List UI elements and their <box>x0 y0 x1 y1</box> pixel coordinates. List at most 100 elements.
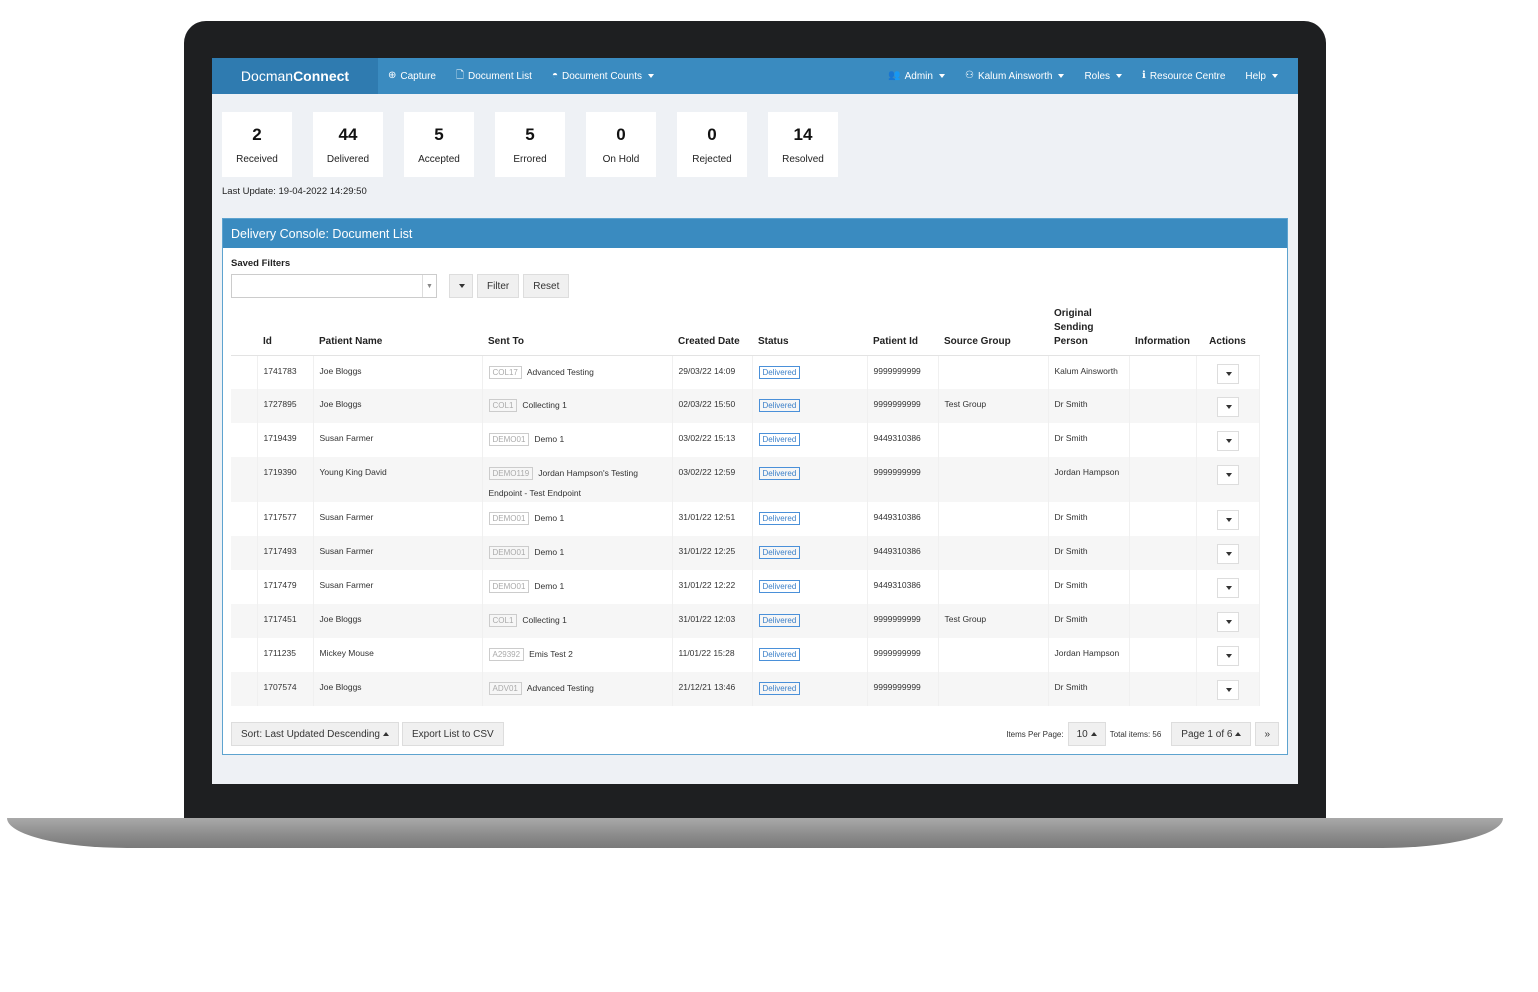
destination-name: Demo 1 <box>534 581 565 591</box>
brand-logo[interactable]: Docman Connect <box>212 58 378 94</box>
stat-card-resolved[interactable]: 14 Resolved <box>768 112 838 177</box>
nav-roles[interactable]: Roles <box>1074 58 1132 94</box>
filter-button[interactable]: Filter <box>477 274 520 298</box>
chevron-up-icon <box>1090 732 1097 736</box>
nav-document-counts[interactable]: ◓ Document Counts <box>542 58 664 94</box>
table-row[interactable]: 1717479 Susan Farmer DEMO01 Demo 1 31/01/22 … <box>231 570 1260 604</box>
chevron-down-icon <box>938 74 945 78</box>
column-header-source-group[interactable]: Source Group <box>938 298 1048 356</box>
status-badge: Delivered <box>758 365 801 379</box>
row-actions-dropdown[interactable] <box>1216 544 1239 564</box>
page-select[interactable]: Page 1 of 6 <box>1171 722 1252 746</box>
cell-source-group <box>938 672 1049 706</box>
destination-name: Advanced Testing <box>526 366 594 377</box>
row-actions-dropdown[interactable] <box>1216 363 1239 384</box>
cell-sent-to: COL1 Collecting 1 <box>482 604 673 638</box>
column-header-patient-id[interactable]: Patient Id <box>867 298 938 356</box>
table-header-row: Id Patient Name Sent To Created Date Sta… <box>231 298 1259 356</box>
cell-patient-id: 9999999999 <box>867 672 939 706</box>
cell-created-date: 03/02/22 12:59 <box>672 457 753 502</box>
column-header-sent-to[interactable]: Sent To <box>482 298 672 356</box>
cell-actions <box>1196 389 1260 423</box>
cell-created-date: 31/01/22 12:22 <box>672 570 753 604</box>
stat-card-rejected[interactable]: 0 Rejected <box>677 112 747 177</box>
stat-card-errored[interactable]: 5 Errored <box>495 112 565 177</box>
row-actions-dropdown[interactable] <box>1216 397 1239 417</box>
status-badge: Delivered <box>758 467 801 480</box>
cell-id: 1717493 <box>257 536 314 570</box>
nav-document-list[interactable]: 🗋 Document List <box>446 58 542 94</box>
table-row[interactable]: 1717451 Joe Bloggs COL1 Collecting 1 31/01/2… <box>231 604 1260 638</box>
column-header-spacer <box>231 298 257 356</box>
row-actions-dropdown[interactable] <box>1216 578 1239 598</box>
chevron-down-icon <box>1225 586 1232 590</box>
table-row[interactable]: 1719439 Susan Farmer DEMO01 Demo 1 03/02/22 … <box>231 423 1260 457</box>
nav-user-label: Kalum Ainsworth <box>977 70 1053 82</box>
chevron-down-icon: ▼ <box>422 275 436 297</box>
cell-information <box>1129 355 1197 389</box>
destination-code-badge: COL1 <box>488 399 518 412</box>
stat-card-on-hold[interactable]: 0 On Hold <box>586 112 656 177</box>
column-header-patient-name[interactable]: Patient Name <box>313 298 482 356</box>
row-actions-dropdown[interactable] <box>1216 612 1239 632</box>
column-header-id[interactable]: Id <box>257 298 313 356</box>
next-page-button[interactable]: » <box>1255 722 1279 746</box>
items-per-page-select[interactable]: 10 <box>1067 722 1106 746</box>
sort-button[interactable]: Sort: Last Updated Descending <box>231 722 399 746</box>
cell-information <box>1129 536 1197 570</box>
reset-button[interactable]: Reset <box>523 274 570 298</box>
chevron-up-icon <box>1235 732 1242 736</box>
status-badge: Delivered <box>758 648 801 661</box>
destination-code-badge: A29392 <box>488 648 525 661</box>
nav-user-menu[interactable]: ⚇ Kalum Ainsworth <box>955 58 1074 94</box>
column-header-sending-person[interactable]: Original Sending Person <box>1048 298 1129 356</box>
cell-sent-to: COL17 Advanced Testing <box>482 355 673 389</box>
row-actions-dropdown[interactable] <box>1216 680 1239 700</box>
table-row[interactable]: 1719390 Young King David DEMO119 Jordan Ham… <box>231 457 1260 502</box>
cell-patient-id: 9449310386 <box>867 502 939 536</box>
stat-label: Errored <box>513 153 547 165</box>
stat-value: 44 <box>338 124 358 144</box>
chevron-down-icon <box>648 74 655 78</box>
table-row[interactable]: 1707574 Joe Bloggs ADV01 Advanced Testing 21… <box>231 672 1260 706</box>
row-actions-dropdown[interactable] <box>1216 510 1239 530</box>
export-csv-button[interactable]: Export List to CSV <box>401 722 504 746</box>
row-actions-dropdown[interactable] <box>1216 465 1239 485</box>
table-row[interactable]: 1741783 Joe Bloggs COL17 Advanced Testing 29… <box>231 355 1260 389</box>
table-row[interactable]: 1711235 Mickey Mouse A29392 Emis Test 2 11/0… <box>231 638 1260 672</box>
stat-card-accepted[interactable]: 5 Accepted <box>404 112 474 177</box>
stat-card-delivered[interactable]: 44 Delivered <box>313 112 383 177</box>
nav-help[interactable]: Help <box>1235 58 1288 94</box>
column-header-status[interactable]: Status <box>752 298 867 356</box>
stat-card-received[interactable]: 2 Received <box>222 112 292 177</box>
cell-actions <box>1196 355 1260 389</box>
row-spacer <box>231 457 258 502</box>
cell-status: Delivered <box>752 536 868 570</box>
nav-roles-label: Roles <box>1084 70 1111 82</box>
cell-source-group <box>938 355 1049 389</box>
row-actions-dropdown[interactable] <box>1216 646 1239 666</box>
destination-code-badge: DEMO01 <box>488 512 530 525</box>
destination-name: Emis Test 2 <box>529 649 573 659</box>
chevron-down-icon <box>459 284 465 288</box>
destination-code-badge: COL17 <box>488 365 522 379</box>
chevron-down-icon <box>1225 620 1232 624</box>
column-header-information[interactable]: Information <box>1129 298 1196 356</box>
destination-code-badge: DEMO01 <box>488 546 530 559</box>
cell-created-date: 11/01/22 15:28 <box>672 638 753 672</box>
cell-sending-person: Dr Smith <box>1048 672 1130 706</box>
row-actions-dropdown[interactable] <box>1216 431 1239 451</box>
nav-admin[interactable]: 👥 Admin <box>878 58 955 94</box>
filter-options-dropdown[interactable] <box>449 274 473 298</box>
nav-resource-centre[interactable]: ℹ Resource Centre <box>1132 58 1235 94</box>
table-row[interactable]: 1717493 Susan Farmer DEMO01 Demo 1 31/01/22 … <box>231 536 1260 570</box>
saved-filters-select[interactable]: ▼ <box>231 274 437 298</box>
table-row[interactable]: 1717577 Susan Farmer DEMO01 Demo 1 31/01/22 … <box>231 502 1260 536</box>
stats-row: 2 Received 44 Delivered 5 Accepted 5 Errored… <box>212 94 1298 177</box>
cell-actions <box>1196 502 1260 536</box>
chevron-down-icon <box>1225 371 1232 376</box>
table-row[interactable]: 1727895 Joe Bloggs COL1 Collecting 1 02/03/2… <box>231 389 1260 423</box>
nav-capture[interactable]: ⊕ Capture <box>378 58 446 94</box>
column-header-created-date[interactable]: Created Date <box>672 298 752 356</box>
destination-name: Collecting 1 <box>522 615 567 625</box>
